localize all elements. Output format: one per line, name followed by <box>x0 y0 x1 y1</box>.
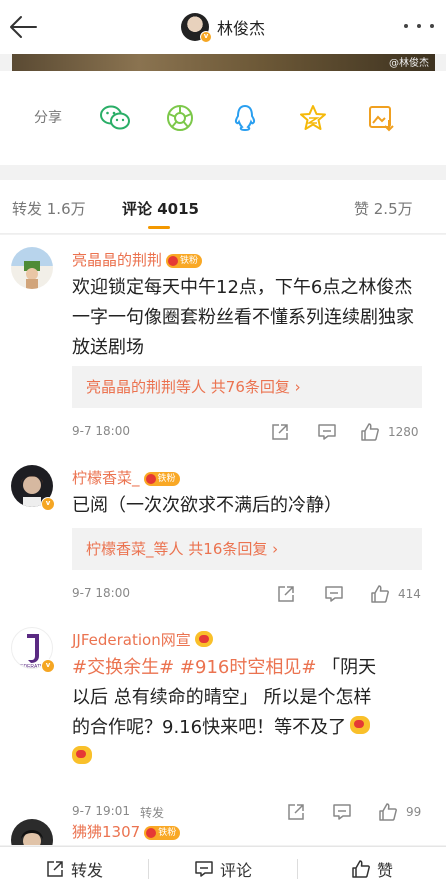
image-watermark: @林俊杰 <box>389 58 429 69</box>
verified-badge-icon: v <box>199 31 212 43</box>
comment-icon[interactable] <box>324 584 344 604</box>
commenter-name[interactable]: 狒狒1307 铁粉 <box>72 821 181 842</box>
comment-meta: 9-7 19:01 转发 99 <box>72 802 422 822</box>
like-count: 1280 <box>388 425 419 439</box>
vip-badge-icon <box>194 631 213 647</box>
comment-text-part: 的合作呢？9.16快来吧！等不及了 <box>72 717 347 738</box>
title-area[interactable]: v 林俊杰 <box>0 12 446 43</box>
commenter-name-text: 狒狒1307 <box>72 823 141 841</box>
more-options-icon[interactable] <box>404 14 434 38</box>
like-icon[interactable] <box>360 422 380 442</box>
commenter-avatar[interactable] <box>11 819 53 845</box>
fan-badge: 铁粉 <box>144 826 181 840</box>
comment-date: 9-7 18:00 <box>72 424 130 438</box>
comment-icon[interactable] <box>332 802 352 822</box>
tab-forward[interactable]: 转发 1.6万 <box>12 198 86 219</box>
tab-likes[interactable]: 赞 2.5万 <box>354 198 413 219</box>
comment-meta: 9-7 18:00 1280 <box>72 422 422 442</box>
forward-label[interactable]: 转发 <box>140 804 164 821</box>
commenter-name-text: 柠檬香菜_ <box>72 469 140 487</box>
qq-icon[interactable] <box>230 103 260 133</box>
commenter-name-text: 亮晶晶的荆荆 <box>72 251 163 269</box>
forward-icon[interactable] <box>286 802 306 822</box>
reply-count: 等人 共16条回复 › <box>153 540 279 558</box>
tab-comments[interactable]: 评论 4015 <box>122 198 199 219</box>
comment-text-part: 「阴天 <box>316 657 377 678</box>
like-icon[interactable] <box>378 802 398 822</box>
comment-date: 9-7 18:00 <box>72 586 130 600</box>
commenter-avatar[interactable] <box>11 247 53 289</box>
comment-text-part: 以后 总有续命的晴空」 所以是个怎样 <box>72 687 372 708</box>
comment-icon <box>195 861 213 877</box>
forward-icon <box>47 861 63 877</box>
comment-icon[interactable] <box>317 422 337 442</box>
topic-tag[interactable]: #交换余生# <box>72 657 174 678</box>
forward-button[interactable]: 转发 <box>0 847 148 890</box>
comment-text: 已阅（一次次欲求不满后的冷静） <box>72 495 342 516</box>
wechat-icon[interactable] <box>99 103 130 133</box>
qzone-star-icon[interactable] <box>298 103 328 133</box>
like-button[interactable]: 赞 <box>298 847 446 890</box>
fan-badge: 铁粉 <box>166 254 203 268</box>
tab-bar: 转发 1.6万 评论 4015 赞 2.5万 <box>0 180 446 234</box>
forward-icon[interactable] <box>276 584 296 604</box>
share-bar: 分享 <box>0 71 446 165</box>
comment-button[interactable]: 评论 <box>149 847 297 890</box>
save-image-icon[interactable] <box>366 103 396 133</box>
like-label: 赞 <box>376 861 393 880</box>
comment-text: #交换余生# #916时空相见# 「阴天 以后 总有续命的晴空」 所以是个怎样 … <box>72 653 422 773</box>
emoji-icon <box>72 746 92 764</box>
commenter-name[interactable]: JJFederation网宣 <box>72 629 213 650</box>
author-avatar[interactable]: v <box>180 13 212 43</box>
commenter-name-text: JJFederation网宣 <box>72 631 191 649</box>
fan-badge: 铁粉 <box>143 472 180 486</box>
like-icon[interactable] <box>370 584 390 604</box>
comment-meta: 9-7 18:00 414 <box>72 584 422 604</box>
replies-link[interactable]: 柠檬香菜_等人 共16条回复 › <box>72 528 422 570</box>
post-image[interactable]: @林俊杰 <box>12 54 435 71</box>
comment-label: 评论 <box>219 861 252 880</box>
bottom-action-bar: 转发 评论 赞 <box>0 846 446 890</box>
comment-date: 9-7 19:01 <box>72 804 130 818</box>
commenter-name[interactable]: 柠檬香菜_ 铁粉 <box>72 467 180 488</box>
reply-user: 亮晶晶的荆荆 <box>86 378 177 396</box>
comment-text: 欢迎锁定每天中午12点，下午6点之林俊杰一字一句像圈套粉丝看不懂系列连续剧独家放… <box>72 277 414 358</box>
verified-badge-icon: v <box>41 497 55 511</box>
comment-list: 亮晶晶的荆荆 铁粉 欢迎锁定每天中午12点，下午6点之林俊杰一字一句像圈套粉丝看不… <box>0 235 446 845</box>
page-title: 林俊杰 <box>216 19 265 38</box>
forward-icon[interactable] <box>270 422 290 442</box>
share-label: 分享 <box>34 110 62 126</box>
like-count: 99 <box>406 805 422 819</box>
replies-link[interactable]: 亮晶晶的荆荆等人 共76条回复 › <box>72 366 422 408</box>
reply-count: 等人 共76条回复 › <box>176 378 301 396</box>
verified-badge-icon: v <box>41 659 55 673</box>
emoji-icon <box>350 716 371 734</box>
reply-user: 柠檬香菜_ <box>86 540 154 558</box>
topic-tag[interactable]: #916时空相见# <box>180 657 317 678</box>
commenter-name[interactable]: 亮晶晶的荆荆 铁粉 <box>72 249 203 270</box>
like-icon <box>352 860 370 878</box>
forward-label: 转发 <box>70 861 103 880</box>
active-tab-indicator <box>148 226 170 229</box>
top-bar: v 林俊杰 <box>0 0 446 54</box>
moments-icon[interactable] <box>165 103 195 133</box>
like-count: 414 <box>398 587 421 601</box>
